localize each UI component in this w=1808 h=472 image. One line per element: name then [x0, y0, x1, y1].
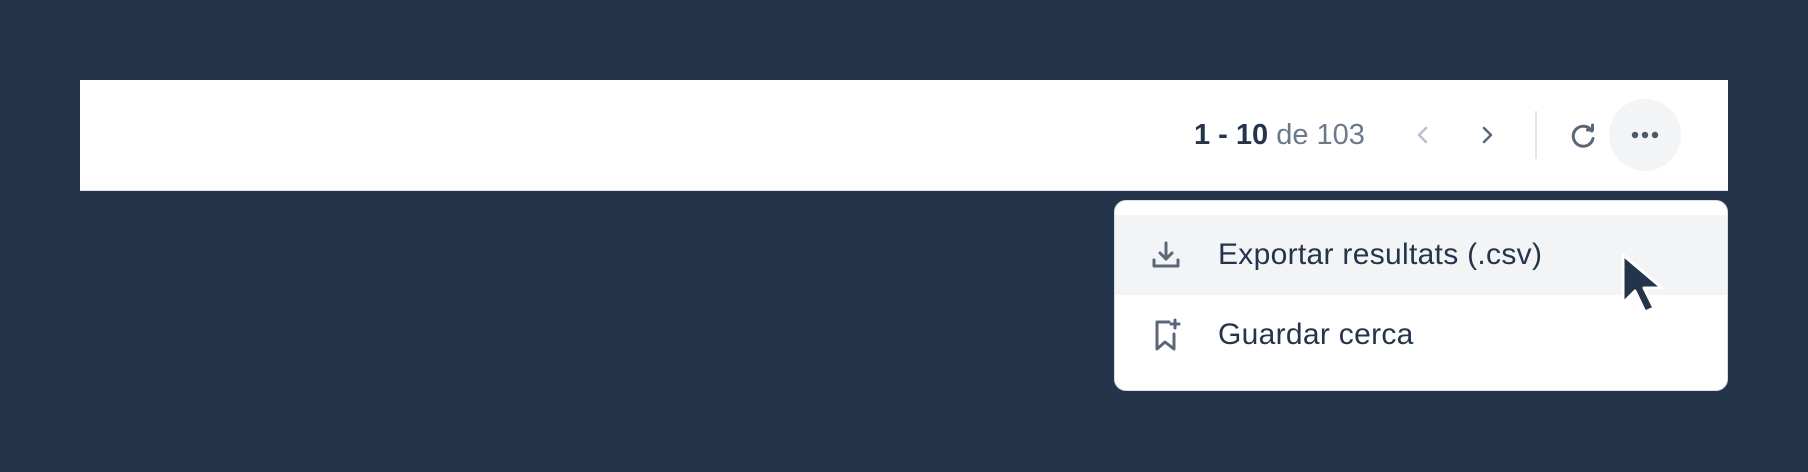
- chevron-right-icon: [1482, 126, 1493, 144]
- pagination-total: de 103: [1268, 119, 1365, 151]
- menu-item-label: Exportar resultats (.csv): [1218, 238, 1543, 271]
- menu-item-label: Guardar cerca: [1218, 318, 1414, 351]
- menu-item-export-csv[interactable]: Exportar resultats (.csv): [1115, 215, 1727, 295]
- refresh-icon: [1571, 123, 1595, 148]
- results-toolbar: 1 - 10 de 103: [80, 80, 1728, 191]
- more-options-button[interactable]: [1609, 99, 1681, 171]
- bookmark-plus-icon: [1149, 318, 1183, 352]
- refresh-button[interactable]: [1559, 112, 1607, 160]
- pagination-range: 1 - 10: [1194, 119, 1269, 151]
- more-horizontal-icon: [1631, 131, 1659, 139]
- menu-item-save-search[interactable]: Guardar cerca: [1115, 295, 1727, 375]
- download-icon: [1149, 238, 1183, 272]
- more-options-menu: Exportar resultats (.csv) Guardar cerca: [1114, 200, 1728, 391]
- toolbar-divider: [1535, 111, 1537, 159]
- pagination-summary: 1 - 10 de 103: [1194, 118, 1365, 152]
- next-page-button[interactable]: [1464, 112, 1510, 158]
- chevron-left-icon: [1417, 126, 1428, 144]
- previous-page-button[interactable]: [1400, 112, 1446, 158]
